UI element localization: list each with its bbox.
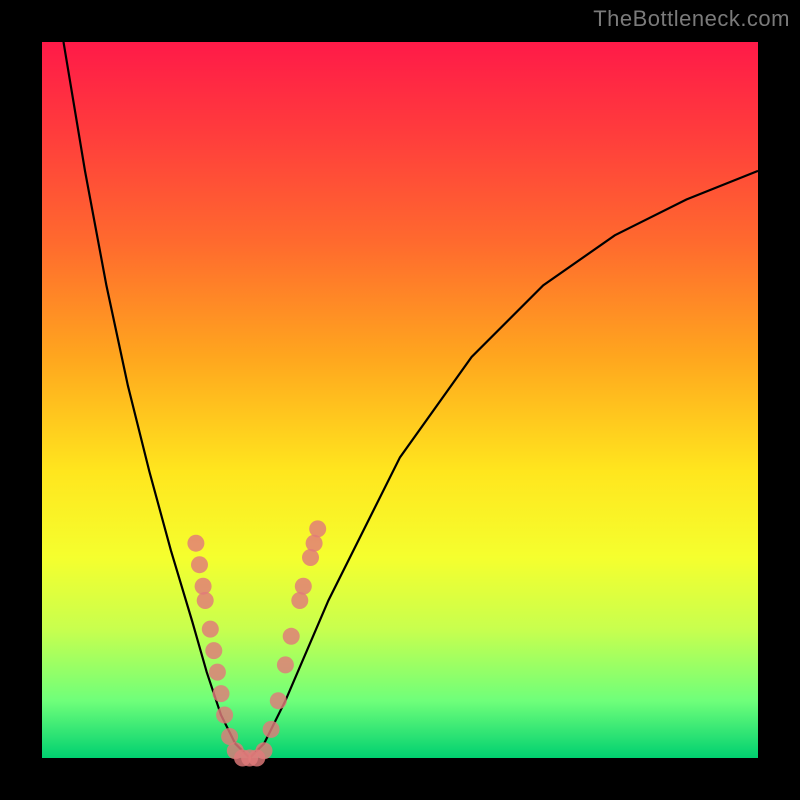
sample-dot <box>197 592 214 609</box>
sample-dot <box>283 628 300 645</box>
sample-dot <box>209 664 226 681</box>
curve-layer <box>42 42 758 758</box>
sample-dot <box>256 742 273 759</box>
sample-dot <box>302 549 319 566</box>
sample-dot <box>191 556 208 573</box>
sample-dot <box>205 642 222 659</box>
sample-dot <box>309 520 326 537</box>
bottleneck-curve <box>64 42 759 758</box>
sample-dot <box>291 592 308 609</box>
chart-frame: TheBottleneck.com <box>0 0 800 800</box>
sample-dots <box>187 520 326 766</box>
sample-dot <box>263 721 280 738</box>
sample-dot <box>277 656 294 673</box>
sample-dot <box>195 578 212 595</box>
sample-dot <box>187 535 204 552</box>
sample-dot <box>216 707 233 724</box>
plot-area <box>42 42 758 758</box>
sample-dot <box>306 535 323 552</box>
sample-dot <box>270 692 287 709</box>
sample-dot <box>213 685 230 702</box>
sample-dot <box>202 621 219 638</box>
watermark-text: TheBottleneck.com <box>593 6 790 32</box>
sample-dot <box>295 578 312 595</box>
